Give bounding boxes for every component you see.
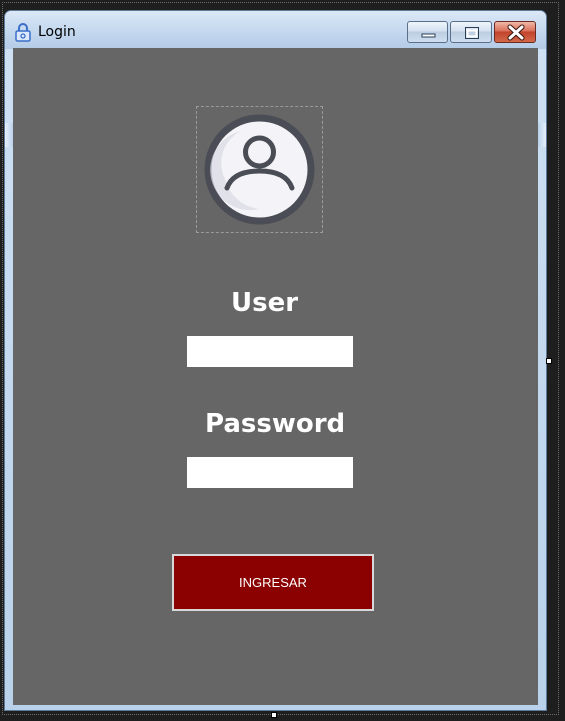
user-input[interactable] bbox=[187, 336, 353, 367]
minimize-button[interactable] bbox=[407, 21, 448, 43]
resize-handle-bottom[interactable] bbox=[271, 712, 277, 718]
window-frame-highlight-right bbox=[538, 123, 546, 147]
avatar-picture-box bbox=[196, 106, 323, 233]
user-label: User bbox=[231, 288, 299, 318]
close-icon bbox=[507, 24, 525, 41]
login-panel: User Password INGRESAR bbox=[13, 48, 538, 705]
minimize-icon bbox=[421, 33, 436, 38]
window-frame-highlight-left bbox=[5, 123, 13, 147]
ingresar-button[interactable]: INGRESAR bbox=[172, 554, 374, 611]
close-button[interactable] bbox=[494, 21, 536, 43]
login-window: Login User Password INGRESAR bbox=[4, 10, 547, 711]
resize-handle-right[interactable] bbox=[546, 358, 552, 364]
window-title: Login bbox=[38, 24, 76, 40]
maximize-icon bbox=[465, 27, 479, 39]
password-input[interactable] bbox=[187, 457, 353, 488]
maximize-button[interactable] bbox=[450, 21, 492, 43]
user-avatar-icon bbox=[204, 114, 315, 225]
title-bar[interactable]: Login bbox=[5, 11, 546, 49]
password-label: Password bbox=[205, 409, 346, 439]
lock-icon bbox=[14, 22, 32, 42]
